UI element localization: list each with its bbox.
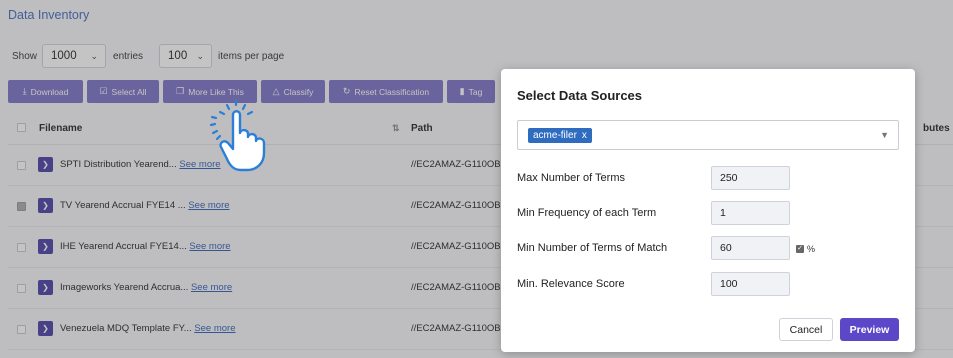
max-terms-input[interactable]: 250 [711, 166, 790, 190]
min-relevance-label: Min. Relevance Score [517, 278, 625, 290]
selected-source-chip: acme-filer x [528, 128, 592, 143]
percent-toggle[interactable]: ✓ % [796, 244, 815, 254]
remove-chip-icon[interactable]: x [582, 130, 587, 141]
select-data-sources-dialog: Select Data Sources acme-filer x ▼ Max N… [501, 69, 915, 352]
cancel-button[interactable]: Cancel [779, 318, 833, 341]
dialog-title: Select Data Sources [517, 88, 643, 103]
percent-label: % [807, 244, 816, 254]
min-frequency-label: Min Frequency of each Term [517, 207, 657, 219]
dropdown-caret-icon[interactable]: ▼ [880, 130, 889, 140]
min-relevance-input[interactable]: 100 [711, 272, 790, 296]
checkbox-checked-icon: ✓ [796, 245, 804, 253]
min-frequency-input[interactable]: 1 [711, 201, 790, 225]
preview-button[interactable]: Preview [840, 318, 899, 341]
min-terms-match-label: Min Number of Terms of Match [517, 242, 668, 254]
data-source-multiselect[interactable]: acme-filer x ▼ [517, 120, 899, 150]
max-terms-label: Max Number of Terms [517, 172, 625, 184]
min-terms-match-input[interactable]: 60 [711, 236, 790, 260]
pointer-hand-icon [209, 98, 266, 172]
